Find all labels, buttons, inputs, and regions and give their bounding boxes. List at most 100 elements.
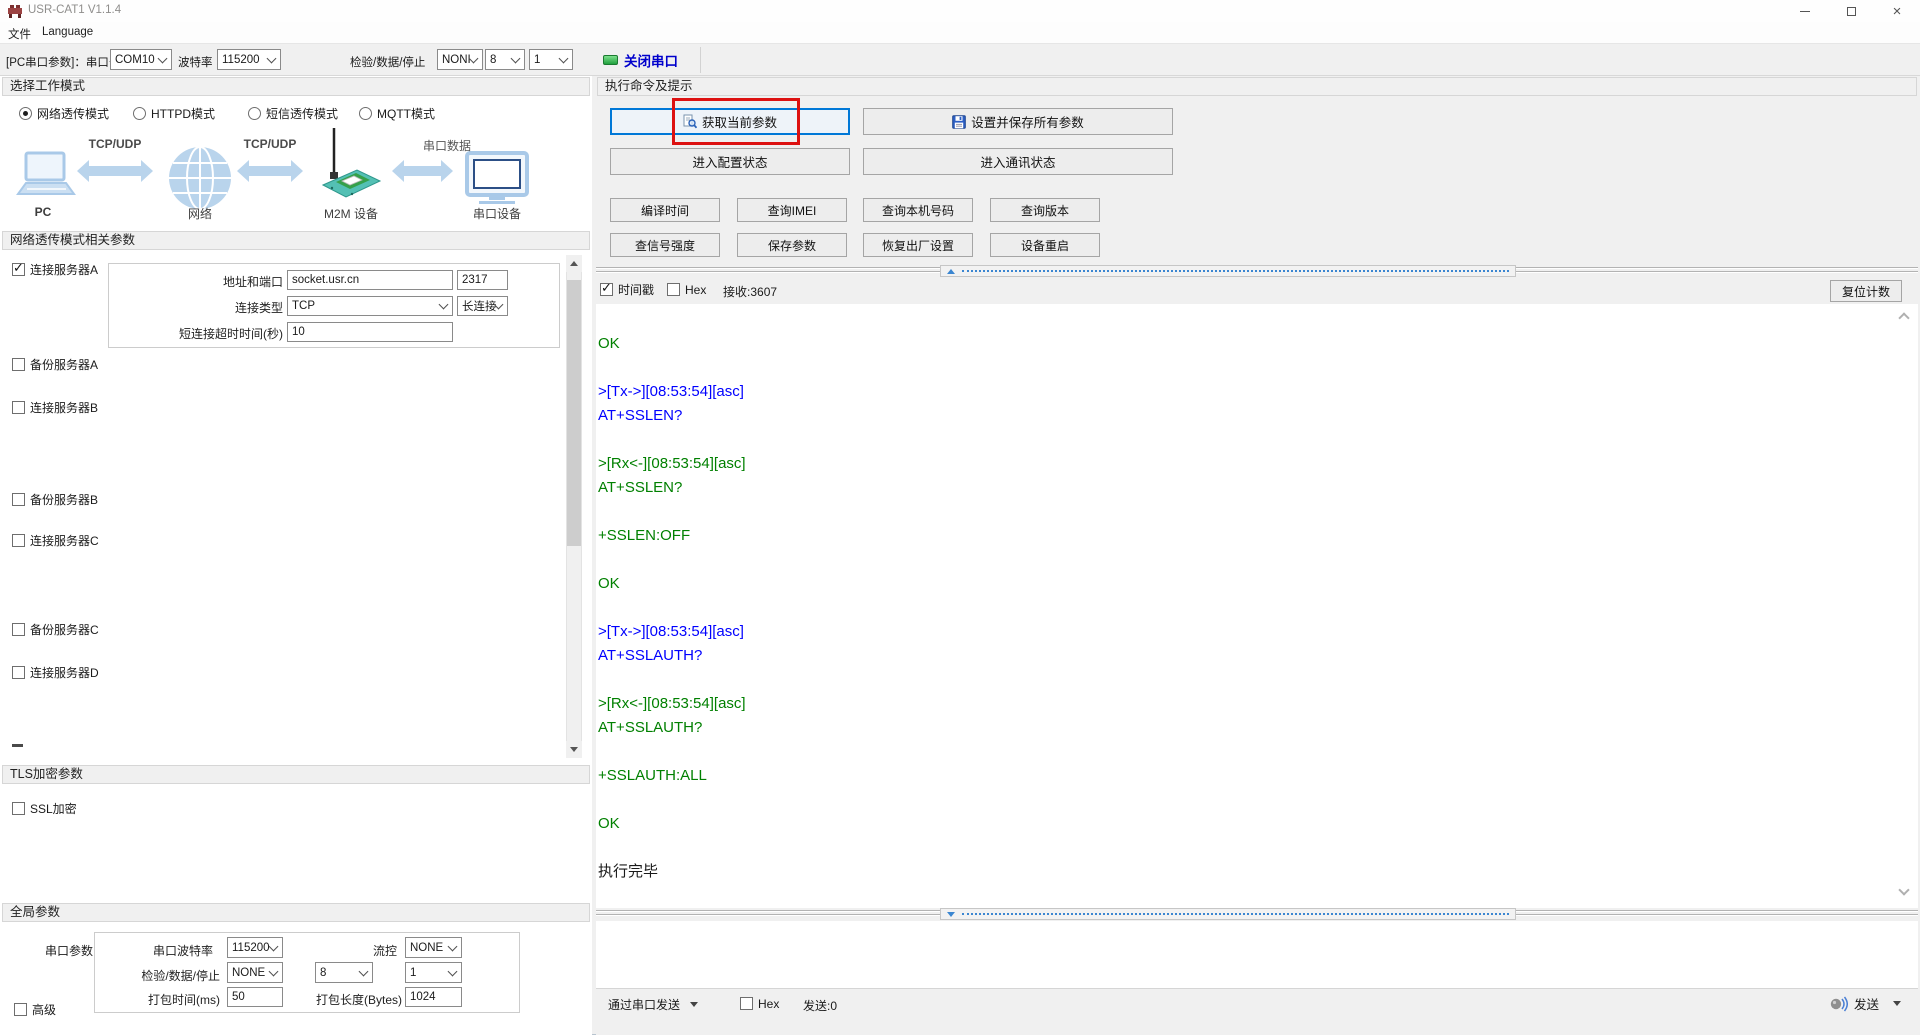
data-bits-select[interactable]: 8 [485,49,525,70]
get-params-button[interactable]: 获取当前参数 [610,108,850,135]
timestamp-checkbox[interactable]: 时间戳 [600,280,654,297]
log-line: AT+SSLAUTH? [598,647,703,664]
splitter-dots [962,913,1509,915]
maximize-icon [1846,6,1856,16]
command-button[interactable]: 查询本机号码 [863,198,973,222]
packtime-label: 打包时间(ms) [148,993,220,1007]
menu-file[interactable]: 文件 [4,25,35,43]
send-via-label: 通过串口发送 [608,998,681,1012]
scrollbar-thumb[interactable] [567,280,581,546]
advanced-label: 高级 [32,1003,57,1017]
command-button[interactable]: 设备重启 [990,233,1100,257]
hex-checkbox-recv[interactable]: Hex [667,282,706,297]
ssl-checkbox[interactable]: SSL加密 [12,801,77,816]
send-button[interactable]: 发送 [1828,992,1902,1014]
server-checkbox-row[interactable]: 连接服务器B [12,400,98,415]
checkbox-icon[interactable] [667,283,680,296]
persist-select[interactable]: 长连接 [457,296,508,316]
splitter-top-handle[interactable] [940,265,1516,277]
work-mode-option[interactable]: 网络透传模式 [19,106,109,121]
port-value: 2317 [462,274,488,286]
stop-bits-select[interactable]: 1 [529,49,573,70]
server-checkbox-row[interactable]: 备份服务器B [12,492,98,507]
address-input[interactable]: socket.usr.cn [287,270,453,290]
command-button[interactable]: 查询版本 [990,198,1100,222]
server-a-checkbox[interactable]: 连接服务器A [12,260,98,277]
close-button[interactable]: × [1874,0,1920,22]
serial-data-bits-select[interactable]: 8 [315,962,373,983]
command-button[interactable]: 编译时间 [610,198,720,222]
log-line: AT+SSLAUTH? [598,719,703,736]
hex-checkbox-send[interactable]: Hex [740,996,779,1011]
serial-parity-select[interactable]: NONE [227,962,283,983]
packtime-input[interactable]: 50 [227,987,283,1007]
serial-data-bits-value: 8 [320,966,327,979]
work-mode-option[interactable]: 短信透传模式 [248,106,338,121]
close-port-button[interactable]: 关闭串口 [603,48,695,72]
splitter-bottom[interactable] [596,908,1918,920]
scrollbar-up-arrow[interactable] [566,255,582,272]
scrollbar-down-arrow[interactable] [566,741,582,758]
checkbox-icon[interactable] [12,401,25,414]
log-scroll-down-icon[interactable] [1898,884,1910,896]
checkbox-icon[interactable] [12,493,25,506]
tls-header: TLS加密参数 [2,765,590,784]
server-checkbox-row[interactable]: 备份服务器C [12,622,99,637]
recv-counter: 接收:3607 [723,283,777,300]
set-save-button[interactable]: 设置并保存所有参数 [863,108,1173,135]
radio-icon[interactable] [359,107,372,120]
radio-icon[interactable] [248,107,261,120]
com-port-select[interactable]: COM10 [110,49,172,70]
work-mode-option[interactable]: MQTT模式 [359,106,435,121]
port-input[interactable]: 2317 [457,270,508,290]
enter-comm-button[interactable]: 进入通讯状态 [863,148,1173,175]
log-line: +SSLEN:OFF [598,527,691,544]
checkbox-icon[interactable] [12,666,25,679]
checkbox-icon[interactable] [12,358,25,371]
checkbox-icon[interactable] [12,802,25,815]
server-checkbox-row[interactable]: 备份服务器A [12,357,98,372]
left-panel: 选择工作模式 网络透传模式 HTTPD模式 短信透传模式 MQTT模式 TCP/… [0,76,592,1035]
command-button[interactable]: 保存参数 [737,233,847,257]
menu-language[interactable]: Language [38,25,97,39]
baud-select[interactable]: 115200 [217,49,281,70]
checkbox-icon[interactable] [14,1003,27,1016]
advanced-checkbox[interactable]: 高级 [14,1002,56,1017]
command-button[interactable]: 恢复出厂设置 [863,233,973,257]
close-icon: × [1892,2,1902,20]
packlen-input[interactable]: 1024 [405,987,462,1007]
radio-icon[interactable] [19,107,32,120]
splitter-bottom-handle[interactable] [940,908,1516,920]
minimize-button[interactable] [1782,0,1828,22]
checkbox-icon[interactable] [600,280,613,296]
log-scroll-up-icon[interactable] [1898,312,1910,324]
log-area[interactable]: OK >[Tx->][08:53:54][asc] AT+SSLEN? >[Rx<-]… [596,304,1918,908]
work-mode-option[interactable]: HTTPD模式 [133,106,215,121]
radio-icon[interactable] [133,107,146,120]
conn-type-select[interactable]: TCP [287,296,453,316]
maximize-button[interactable] [1828,0,1874,22]
serial-stop-bits-select[interactable]: 1 [405,962,462,983]
params-scrollbar[interactable] [566,255,582,758]
reset-counter-button[interactable]: 复位计数 [1830,280,1902,302]
send-input-area[interactable] [596,921,1918,988]
parity-select[interactable]: NONI [437,49,483,70]
link3-label: 串口数据 [422,139,472,153]
command-button[interactable]: 查询IMEI [737,198,847,222]
speaker-icon [1830,996,1848,1012]
checkbox-icon[interactable] [12,623,25,636]
timeout-input[interactable]: 10 [287,322,453,342]
server-checkbox-row[interactable]: 连接服务器D [12,665,99,680]
flow-select[interactable]: NONE [405,937,462,958]
send-via-serial-dropdown[interactable]: 通过串口发送 [604,994,702,1015]
serial-baud-select[interactable]: 115200 [227,937,283,958]
splitter-top[interactable] [596,265,1918,277]
enter-config-button[interactable]: 进入配置状态 [610,148,850,175]
server-checkbox-row[interactable]: 连接服务器C [12,533,99,548]
checkbox-icon[interactable] [12,534,25,547]
checkbox-icon[interactable] [12,260,25,276]
command-button[interactable]: 查信号强度 [610,233,720,257]
checkbox-icon[interactable] [740,997,753,1010]
